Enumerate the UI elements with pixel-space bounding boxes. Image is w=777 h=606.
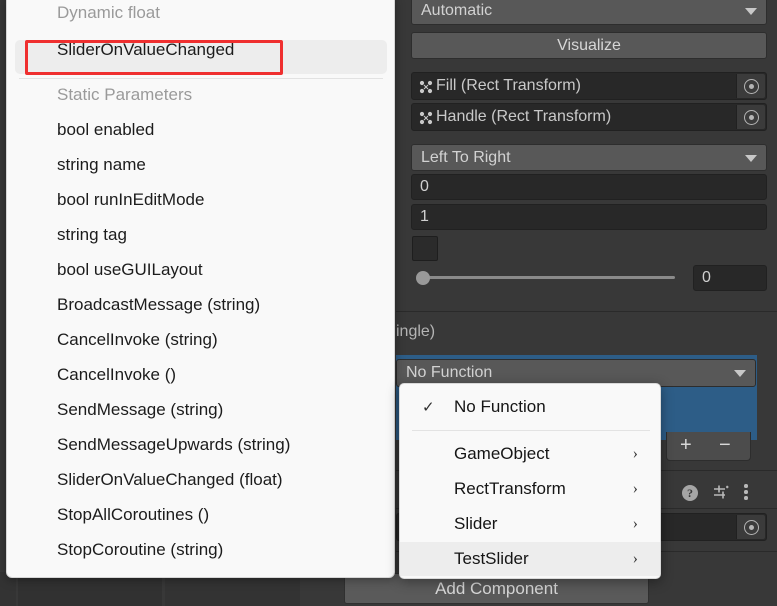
add-event-button[interactable]: + [680, 433, 692, 457]
chevron-down-icon [745, 154, 757, 162]
static-item-sendmessage[interactable]: SendMessage (string) [57, 400, 223, 420]
static-item-stopallcoroutines[interactable]: StopAllCoroutines () [57, 505, 209, 525]
value-slider-track[interactable] [420, 276, 675, 279]
fill-object-picker-button[interactable] [736, 74, 765, 98]
direction-dropdown[interactable]: Left To Right [411, 144, 767, 171]
context-menu-item-recttransform[interactable]: RectTransform › [400, 472, 660, 506]
static-item-string-name[interactable]: string name [57, 155, 146, 175]
static-item-bool-usegui-layout[interactable]: bool useGUILayout [57, 260, 203, 280]
chevron-down-icon [734, 370, 746, 377]
context-menu-item-testslider[interactable]: TestSlider › [400, 542, 660, 576]
min-value-input[interactable]: 0 [411, 174, 767, 200]
context-menu-divider [412, 430, 650, 431]
preset-settings-icon[interactable] [712, 484, 730, 500]
context-menu-label: RectTransform [454, 479, 566, 498]
static-item-slideronvaluechanged[interactable]: SliderOnValueChanged (float) [57, 470, 283, 490]
rect-transform-icon [419, 80, 433, 94]
remove-event-button[interactable]: − [719, 433, 731, 457]
event-signature-label: ingle) [396, 323, 436, 340]
context-menu-label: Slider [454, 514, 498, 533]
max-value-input[interactable]: 1 [411, 204, 767, 230]
context-menu-label: No Function [454, 397, 546, 416]
section-divider [396, 311, 777, 312]
static-item-cancelinvoke-string[interactable]: CancelInvoke (string) [57, 330, 218, 350]
chevron-right-icon: › [632, 550, 638, 567]
kebab-menu-icon[interactable] [744, 484, 748, 502]
fill-object-field[interactable]: Fill (Rect Transform) [411, 72, 767, 100]
handle-object-field[interactable]: Handle (Rect Transform) [411, 103, 767, 131]
static-item-cancelinvoke[interactable]: CancelInvoke () [57, 365, 176, 385]
context-menu-label: TestSlider [454, 549, 529, 568]
function-picker-popup: Dynamic float SliderOnValueChanged Stati… [6, 0, 395, 578]
context-menu-item-slider[interactable]: Slider › [400, 507, 660, 541]
automatic-dropdown[interactable]: Automatic [411, 0, 767, 25]
dynamic-section-header: Dynamic float [57, 3, 160, 22]
automatic-dropdown-label: Automatic [421, 2, 493, 19]
handle-object-field-label: Handle (Rect Transform) [436, 108, 612, 125]
chevron-right-icon: › [632, 445, 638, 462]
function-context-menu: ✓ No Function GameObject › RectTransform… [399, 383, 661, 579]
chevron-down-icon [745, 8, 757, 15]
static-item-bool-enabled[interactable]: bool enabled [57, 120, 154, 140]
dynamic-item-slider-on-value-changed[interactable]: SliderOnValueChanged [57, 40, 234, 60]
direction-dropdown-label: Left To Right [421, 149, 511, 166]
script-object-picker-button[interactable] [736, 515, 765, 539]
popup-divider [19, 78, 383, 79]
context-menu-item-no-function[interactable]: ✓ No Function [400, 390, 660, 424]
rect-transform-icon [419, 111, 433, 125]
value-slider-input[interactable]: 0 [693, 265, 767, 291]
event-add-remove-group: + − [666, 432, 751, 461]
static-section-header: Static Parameters [57, 85, 193, 104]
check-icon: ✓ [422, 399, 435, 416]
static-item-sendmessageupwards[interactable]: SendMessageUpwards (string) [57, 435, 290, 455]
fill-object-field-label: Fill (Rect Transform) [436, 77, 581, 94]
help-icon[interactable]: ? [682, 485, 698, 501]
visualize-button[interactable]: Visualize [411, 32, 767, 59]
whole-numbers-checkbox[interactable] [412, 236, 438, 261]
chevron-right-icon: › [632, 515, 638, 532]
static-item-string-tag[interactable]: string tag [57, 225, 127, 245]
handle-object-picker-button[interactable] [736, 105, 765, 129]
context-menu-label: GameObject [454, 444, 550, 463]
no-function-dropdown-label: No Function [406, 364, 493, 381]
static-item-bool-runineditmode[interactable]: bool runInEditMode [57, 190, 204, 210]
static-item-broadcastmessage[interactable]: BroadcastMessage (string) [57, 295, 260, 315]
chevron-right-icon: › [632, 480, 638, 497]
value-slider-knob[interactable] [416, 271, 430, 285]
context-menu-item-gameobject[interactable]: GameObject › [400, 437, 660, 471]
static-item-stopcoroutine[interactable]: StopCoroutine (string) [57, 540, 223, 560]
